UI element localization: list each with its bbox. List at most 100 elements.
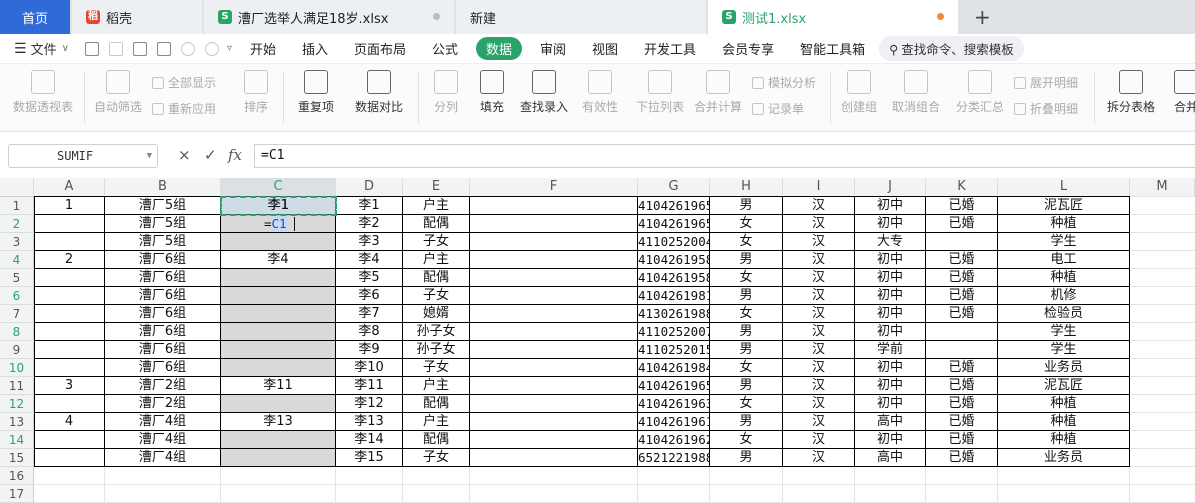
cell-c14[interactable] [221,431,336,449]
cell-l7[interactable]: 检验员 [998,305,1130,323]
merge-table-button[interactable]: 合并 [1166,70,1195,115]
cell-d6[interactable]: 李6 [336,287,403,305]
cell-g3[interactable]: 411025200401*****5 [638,233,710,251]
tab-active-file[interactable]: S 测试1.xlsx [708,0,958,34]
cell-d2[interactable]: 李2 [336,215,403,233]
reapply-button[interactable]: 重新应用 [152,100,216,117]
cell-g13[interactable]: 410426196112*****8 [638,413,710,431]
cell-c13[interactable]: 李13 [221,413,336,431]
cell-j14[interactable]: 初中 [855,431,926,449]
cell-e10[interactable]: 子女 [403,359,470,377]
row-header[interactable]: 4 [0,251,34,269]
row-header[interactable]: 10 [0,359,34,377]
column-header-g[interactable]: G [638,178,710,197]
cell-f5[interactable] [470,269,638,287]
cell-e4[interactable]: 户主 [403,251,470,269]
cell-i4[interactable]: 汉 [783,251,855,269]
row-header[interactable]: 16 [0,467,34,485]
record-form-button[interactable]: 记录单 [752,100,804,117]
file-menu-button[interactable]: ☰ 文件 ∨ [14,39,69,59]
cell-g11[interactable]: 410426196506*****4 [638,377,710,395]
validity-button[interactable]: 有效性 [576,70,624,115]
cell-j11[interactable]: 初中 [855,377,926,395]
cell-f13[interactable] [470,413,638,431]
cell-b4[interactable]: 漕厂6组 [105,251,221,269]
cell-e12[interactable]: 配偶 [403,395,470,413]
row-header[interactable]: 6 [0,287,34,305]
column-header-m[interactable]: M [1130,178,1195,197]
cell-k10[interactable]: 已婚 [926,359,998,377]
cell-b2[interactable]: 漕厂5组 [105,215,221,233]
cell-b6[interactable]: 漕厂6组 [105,287,221,305]
cell-i5[interactable]: 汉 [783,269,855,287]
lookup-entry-button[interactable]: 查找录入 [518,70,570,115]
cell-d4[interactable]: 李4 [336,251,403,269]
row-header[interactable]: 15 [0,449,34,467]
tab-home[interactable]: 首页 [0,0,70,34]
cell-l3[interactable]: 学生 [998,233,1130,251]
sort-button[interactable]: 排序 [236,70,276,115]
cell-g4[interactable]: 410426195803*****6 [638,251,710,269]
cell-d11[interactable]: 李11 [336,377,403,395]
select-all-corner[interactable] [0,178,34,197]
cell-c8[interactable] [221,323,336,341]
save-icon[interactable] [84,41,99,56]
cell-f12[interactable] [470,395,638,413]
cell-g8[interactable]: 411025200706*****7 [638,323,710,341]
cell-k5[interactable]: 已婚 [926,269,998,287]
cell-l6[interactable]: 机修 [998,287,1130,305]
insert-function-icon[interactable]: fx [228,146,242,164]
cell-g5[interactable]: 410426195802*****0 [638,269,710,287]
cell-h8[interactable]: 男 [710,323,783,341]
cell-h5[interactable]: 女 [710,269,783,287]
cell-j5[interactable]: 初中 [855,269,926,287]
cell-f6[interactable] [470,287,638,305]
cell-g1[interactable]: 410426196512*****8 [638,197,710,215]
cell-b5[interactable]: 漕厂6组 [105,269,221,287]
cell-e2[interactable]: 配偶 [403,215,470,233]
cell-c2-editor[interactable]: =C1 [264,216,287,232]
cell-d10[interactable]: 李10 [336,359,403,377]
cell-h10[interactable]: 女 [710,359,783,377]
cell-f15[interactable] [470,449,638,467]
cell-b10[interactable]: 漕厂6组 [105,359,221,377]
cell-k6[interactable]: 已婚 [926,287,998,305]
cell-c6[interactable] [221,287,336,305]
menu-review[interactable]: 审阅 [540,39,566,58]
column-header-k[interactable]: K [926,178,998,197]
cell-f7[interactable] [470,305,638,323]
cell-a13[interactable]: 4 [34,413,105,431]
cell-h12[interactable]: 女 [710,395,783,413]
undo-icon[interactable] [180,41,195,56]
cell-e8[interactable]: 孙子女 [403,323,470,341]
cell-l15[interactable]: 业务员 [998,449,1130,467]
cell-i10[interactable]: 汉 [783,359,855,377]
create-group-button[interactable]: 创建组 [838,70,880,115]
cell-a15[interactable] [34,449,105,467]
cell-c4[interactable]: 李4 [221,251,336,269]
show-all-button[interactable]: 全部显示 [152,74,216,91]
cancel-formula-icon[interactable]: × [178,146,191,164]
cell-h15[interactable]: 男 [710,449,783,467]
cell-f14[interactable] [470,431,638,449]
cell-h14[interactable]: 女 [710,431,783,449]
cell-i15[interactable]: 汉 [783,449,855,467]
column-header-l[interactable]: L [998,178,1130,197]
cell-i13[interactable]: 汉 [783,413,855,431]
cell-b3[interactable]: 漕厂5组 [105,233,221,251]
cell-f4[interactable] [470,251,638,269]
cell-a3[interactable] [34,233,105,251]
cell-a6[interactable] [34,287,105,305]
cell-b9[interactable]: 漕厂6组 [105,341,221,359]
cell-k7[interactable]: 已婚 [926,305,998,323]
cell-l2[interactable]: 种植 [998,215,1130,233]
cell-g15[interactable]: 652122198803*****X [638,449,710,467]
row-header[interactable]: 17 [0,485,34,503]
cell-b7[interactable]: 漕厂6组 [105,305,221,323]
cell-b1[interactable]: 漕厂5组 [105,197,221,215]
cell-k12[interactable]: 已婚 [926,395,998,413]
menu-smart-tools[interactable]: 智能工具箱 [800,39,865,58]
column-header-c[interactable]: C [221,178,336,197]
cell-e14[interactable]: 配偶 [403,431,470,449]
cell-e3[interactable]: 子女 [403,233,470,251]
